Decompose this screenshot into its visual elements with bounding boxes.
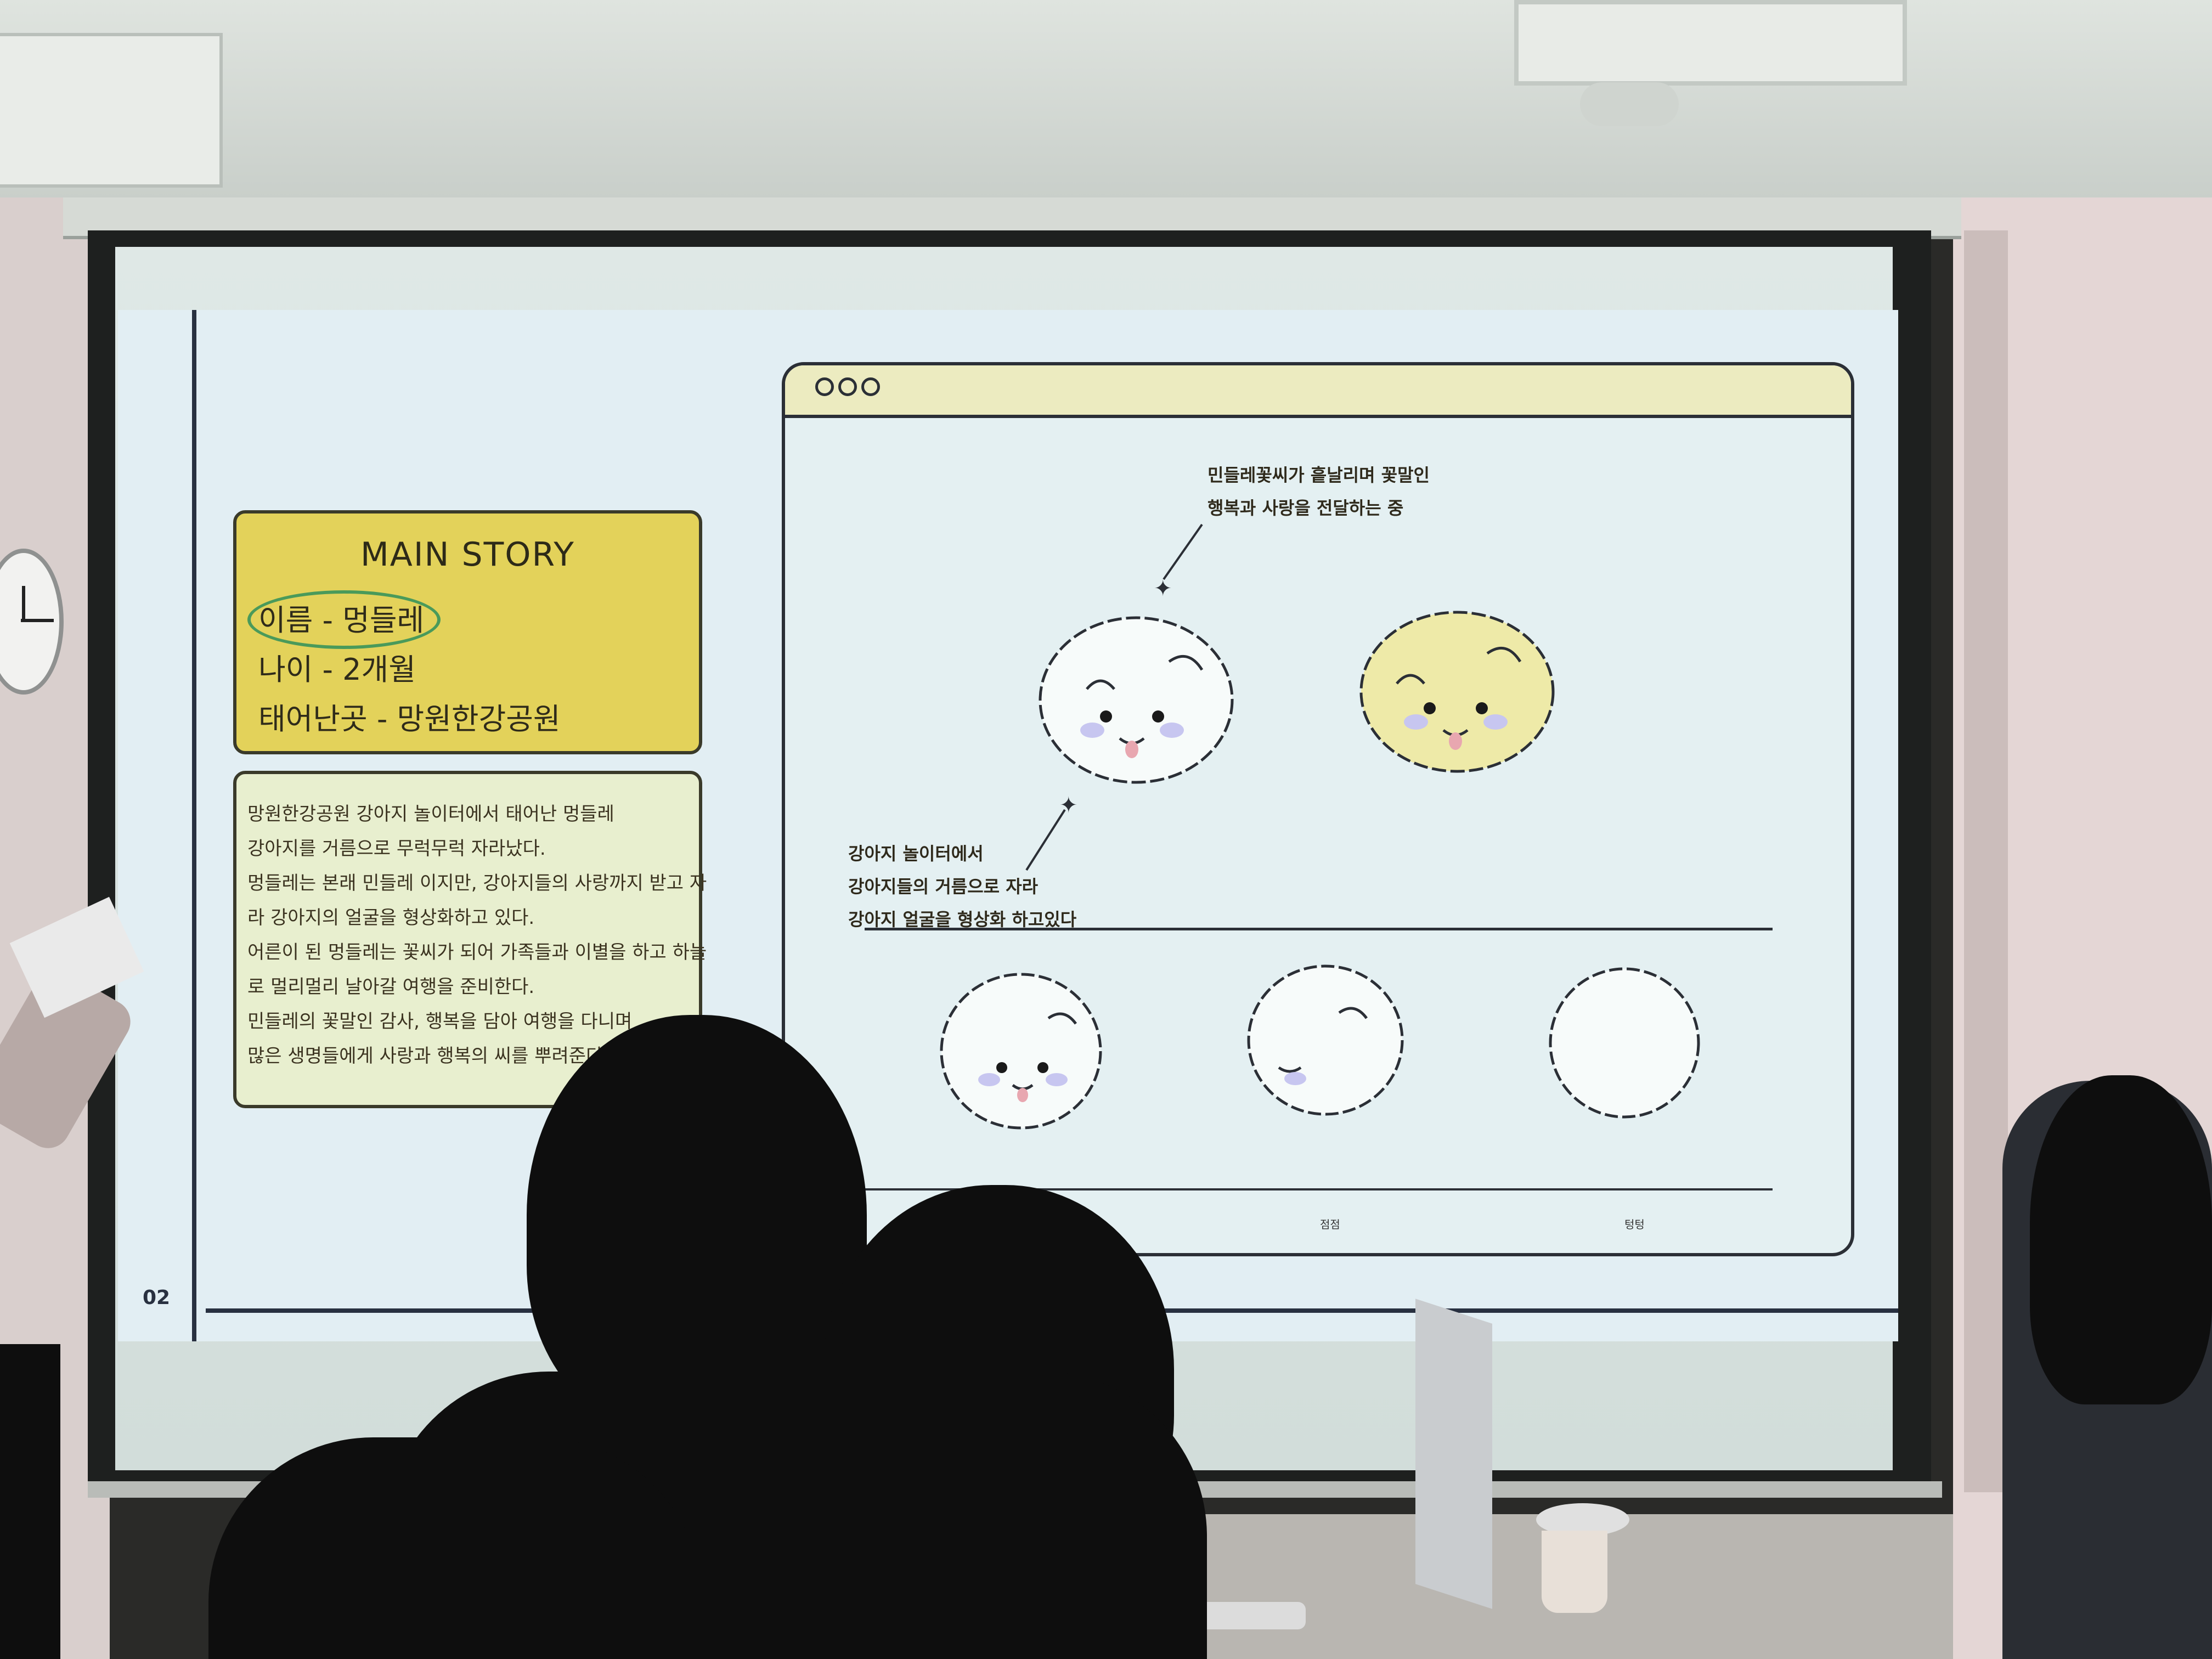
description-line: 민들레의 꽃말인 감사, 행복을 담아 여행을 다니며 (247, 1011, 633, 1032)
description-line: 라 강아지의 얼굴을 형상화하고 있다. (247, 907, 535, 929)
description-line: 많은 생명들에게 사랑과 행복의 씨를 뿌려준다. (247, 1045, 610, 1067)
pointer-line (1163, 523, 1203, 580)
story-birthplace-line: 태어난곳 - 망원한강공원 (258, 702, 561, 736)
ceiling-panel (0, 33, 223, 188)
clock-hand (22, 586, 25, 622)
page-number: 02 (143, 1286, 171, 1309)
paper-cup (1542, 1531, 1607, 1613)
description-line: 강아지를 거름으로 무럭무럭 자라났다. (247, 838, 546, 860)
wall-pillar (1964, 230, 2008, 1492)
story-age-line: 나이 - 2개월 (258, 652, 416, 687)
main-story-title: MAIN STORY (360, 535, 575, 574)
main-story-card: MAIN STORY 이름 - 멍들레 나이 - 2개월 태어난곳 - 망원한강… (233, 510, 702, 754)
description-line: 로 멀리멀리 날아갈 여행을 준비한다. (247, 976, 535, 998)
phone (1196, 1602, 1306, 1629)
stage-caption: 점점 (1320, 1218, 1340, 1231)
slide-sidebar-line (192, 310, 196, 1341)
fluffy-dog-white (1039, 616, 1234, 784)
sparkle-icon: ✦ (1154, 576, 1172, 601)
audience-person-left (0, 1344, 60, 1659)
fluffy-dog-stage-2 (1247, 964, 1404, 1116)
illustration-window: 민들레꽃씨가 흩날리며 꽃말인 행복과 사랑을 전달하는 중 강아지 놀이터에서… (782, 362, 1854, 1256)
audience-hair (2030, 1075, 2212, 1404)
fluffy-dog-stage-3 (1549, 967, 1700, 1119)
stage-caption: 텅텅 (1624, 1218, 1645, 1231)
ceiling-sensor (1580, 82, 1679, 126)
story-name-line: 이름 - 멍들레 (258, 603, 425, 637)
description-line: 어른이 된 멍들레는 꽃씨가 되어 가족들과 이별을 하고 하늘 (247, 941, 707, 963)
audience-shoulders (208, 1437, 702, 1659)
sparkle-icon: ✦ (1059, 793, 1078, 818)
character-illustrations: ✦ ✦ (940, 523, 1700, 1130)
description-line: 망원한강공원 강아지 놀이터에서 태어난 멍들레 (247, 803, 614, 825)
laptop-screen (1415, 1299, 1492, 1609)
fluffy-dog-yellow (1359, 611, 1555, 773)
clock-hand (21, 619, 54, 622)
fluffy-dog-stage-1 (940, 973, 1102, 1130)
audience-head (527, 1015, 867, 1432)
pointer-line (1025, 809, 1066, 871)
description-line: 멍들레는 본래 민들레 이지만, 강아지들의 사랑까지 받고 자 (247, 872, 707, 894)
ceiling-vent (1514, 0, 1907, 86)
